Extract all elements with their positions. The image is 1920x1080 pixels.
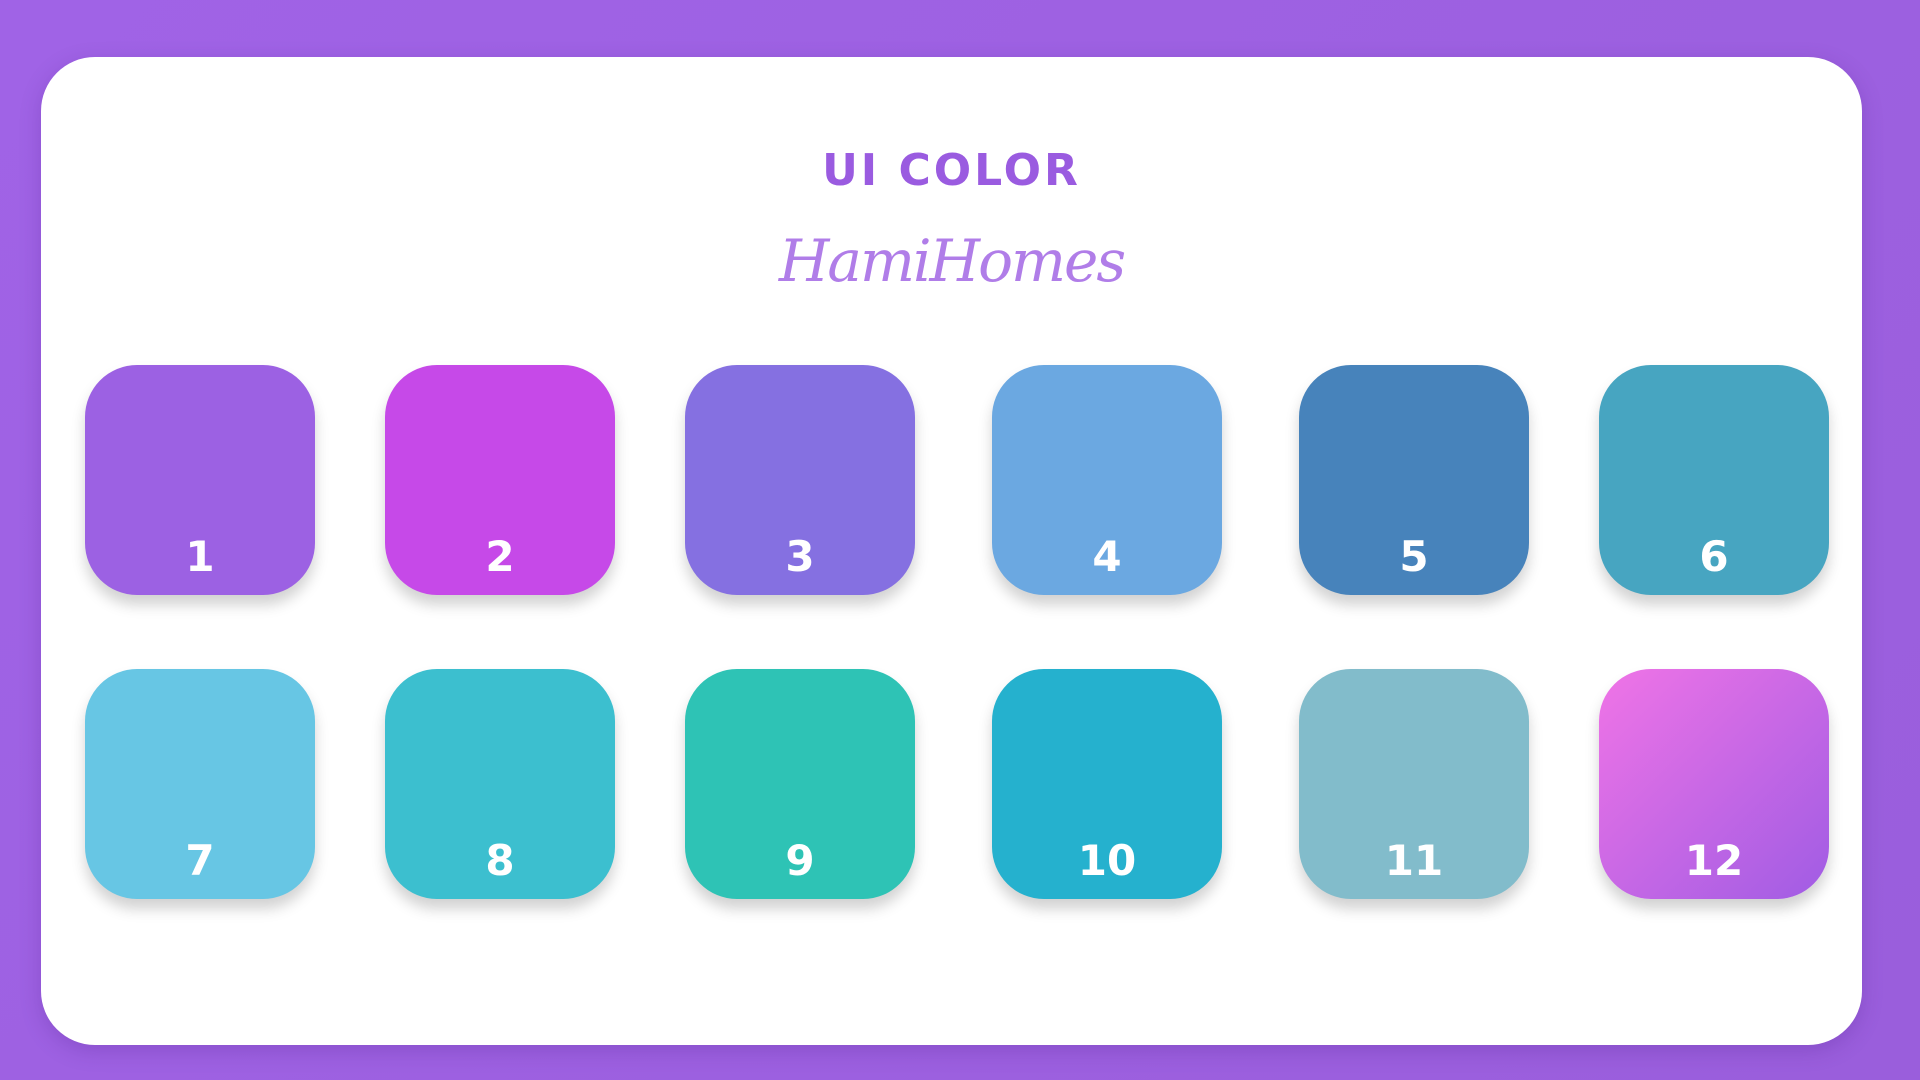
color-swatch-3: 3 xyxy=(685,365,915,595)
swatch-number: 3 xyxy=(785,532,815,581)
swatch-number: 1 xyxy=(185,532,215,581)
palette-card: UI COLOR HamiHomes 1 2 3 4 5 6 7 8 9 10 … xyxy=(41,57,1862,1045)
swatch-number: 4 xyxy=(1092,532,1122,581)
color-swatch-5: 5 xyxy=(1299,365,1529,595)
color-swatch-10: 10 xyxy=(992,669,1222,899)
swatch-number: 11 xyxy=(1384,836,1444,885)
page-title: UI COLOR xyxy=(822,145,1081,196)
color-swatch-1: 1 xyxy=(85,365,315,595)
brand-signature: HamiHomes xyxy=(778,227,1126,295)
swatch-number: 8 xyxy=(485,836,515,885)
color-swatch-4: 4 xyxy=(992,365,1222,595)
swatch-number: 5 xyxy=(1399,532,1429,581)
swatch-number: 6 xyxy=(1699,532,1729,581)
color-swatch-2: 2 xyxy=(385,365,615,595)
swatch-number: 9 xyxy=(785,836,815,885)
swatch-number: 7 xyxy=(185,836,215,885)
swatch-number: 12 xyxy=(1684,836,1744,885)
color-swatch-9: 9 xyxy=(685,669,915,899)
swatch-number: 10 xyxy=(1077,836,1137,885)
color-swatch-12: 12 xyxy=(1599,669,1829,899)
color-swatch-8: 8 xyxy=(385,669,615,899)
color-swatch-6: 6 xyxy=(1599,365,1829,595)
swatch-number: 2 xyxy=(485,532,515,581)
color-swatch-7: 7 xyxy=(85,669,315,899)
color-swatch-11: 11 xyxy=(1299,669,1529,899)
